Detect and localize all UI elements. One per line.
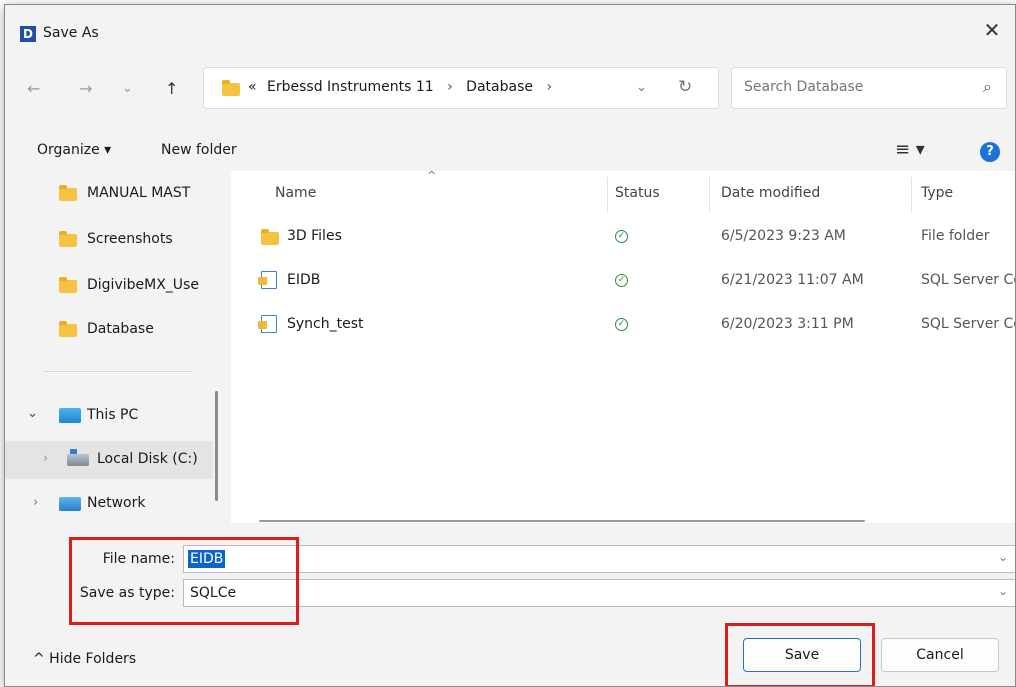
chevron-down-icon[interactable]: ⌄ — [636, 80, 647, 95]
sync-status-icon: ✓ — [615, 230, 628, 243]
file-name: EIDB — [287, 272, 321, 288]
refresh-icon[interactable]: ↻ — [678, 77, 692, 97]
help-icon[interactable]: ? — [980, 142, 1000, 162]
file-row[interactable]: 3D Files ✓ 6/5/2023 9:23 AM File folder — [231, 219, 1015, 255]
chevron-right-icon[interactable]: › — [43, 451, 48, 466]
sidebar-item-label: This PC — [87, 407, 139, 423]
save-type-select[interactable]: SQLCe ⌄ — [183, 579, 1015, 607]
search-input[interactable] — [742, 78, 946, 96]
file-date: 6/21/2023 11:07 AM — [721, 272, 864, 288]
column-divider[interactable] — [607, 177, 608, 213]
column-divider[interactable] — [709, 177, 710, 213]
column-header-date[interactable]: Date modified — [721, 185, 820, 201]
address-bar[interactable]: « Erbessd Instruments 11 › Database › ⌄ … — [203, 67, 719, 109]
file-type: File folder — [921, 228, 990, 244]
highlight-box-fields — [69, 537, 299, 625]
file-name: Synch_test — [287, 316, 364, 332]
column-header-status[interactable]: Status — [615, 185, 660, 201]
up-arrow-icon[interactable]: ↑ — [165, 79, 178, 98]
file-type: SQL Server Co — [921, 316, 1016, 332]
search-box[interactable]: ⌕ — [731, 67, 1007, 109]
sidebar-item-digivibemx[interactable]: DigivibeMX_Use — [5, 267, 213, 305]
chevron-down-icon[interactable]: ⌄ — [998, 550, 1008, 564]
folder-icon — [59, 185, 77, 201]
computer-icon — [59, 408, 81, 423]
sidebar-item-label: Local Disk (C:) — [97, 451, 198, 467]
sidebar-item-manual-mast[interactable]: MANUAL MAST — [5, 175, 213, 213]
sidebar-item-screenshots[interactable]: Screenshots — [5, 221, 213, 259]
sidebar-item-label: Database — [87, 321, 154, 337]
new-folder-button[interactable]: New folder — [161, 142, 237, 158]
navigation-bar: ← → ⌄ ↑ « Erbessd Instruments 11 › Datab… — [5, 67, 1015, 117]
sidebar-item-label: Network — [87, 495, 146, 511]
folder-icon — [59, 321, 77, 337]
folder-icon — [222, 80, 240, 96]
sidebar-item-label: MANUAL MAST — [87, 185, 191, 201]
app-icon: D — [20, 26, 36, 42]
sidebar-item-label: DigivibeMX_Use — [87, 277, 199, 293]
back-arrow-icon[interactable]: ← — [27, 79, 40, 98]
command-bar: Organize ▾ New folder ≡ ▾ ? — [5, 135, 1015, 169]
file-name: 3D Files — [287, 228, 342, 244]
column-header-type[interactable]: Type — [921, 185, 953, 201]
breadcrumb-overflow[interactable]: « — [248, 79, 257, 95]
drive-icon — [67, 449, 89, 466]
sidebar-item-local-disk[interactable]: › Local Disk (C:) — [5, 441, 213, 479]
chevron-down-icon[interactable]: ⌄ — [27, 406, 38, 421]
breadcrumb-item-erbessd[interactable]: Erbessd Instruments 11 — [267, 79, 434, 95]
window-title: Save As — [43, 25, 99, 41]
sidebar-scrollbar[interactable] — [215, 391, 218, 501]
database-file-icon — [258, 315, 277, 333]
sidebar-item-database[interactable]: Database — [5, 311, 213, 349]
save-as-dialog: D Save As ✕ ← → ⌄ ↑ « Erbessd Instrument… — [4, 4, 1016, 687]
column-header-name[interactable]: Name — [275, 185, 316, 201]
chevron-down-icon[interactable]: ⌄ — [998, 584, 1008, 598]
file-row[interactable]: Synch_test ✓ 6/20/2023 3:11 PM SQL Serve… — [231, 307, 1016, 343]
breadcrumb-item-database[interactable]: Database — [466, 79, 533, 95]
sort-caret-icon: ^ — [427, 169, 437, 182]
file-list: ^ Name Status Date modified Type 3D File… — [231, 169, 1016, 523]
column-divider[interactable] — [911, 177, 912, 213]
title-bar: D Save As ✕ — [5, 5, 1015, 57]
folder-icon — [59, 277, 77, 293]
chevron-right-icon[interactable]: › — [546, 79, 552, 95]
divider — [43, 371, 193, 372]
file-date: 6/5/2023 9:23 AM — [721, 228, 846, 244]
sync-status-icon: ✓ — [615, 274, 628, 287]
search-icon[interactable]: ⌕ — [983, 77, 992, 97]
file-type: SQL Server Co — [921, 272, 1016, 288]
highlight-box-save — [725, 623, 875, 686]
file-row[interactable]: EIDB ✓ 6/21/2023 11:07 AM SQL Server Co — [231, 263, 1016, 299]
file-name-field[interactable]: EIDB ⌄ — [183, 545, 1015, 573]
sidebar-item-network[interactable]: › Network — [5, 485, 213, 523]
sidebar-item-label: Screenshots — [87, 231, 173, 247]
file-date: 6/20/2023 3:11 PM — [721, 316, 854, 332]
hide-folders-button[interactable]: ^ Hide Folders — [33, 651, 136, 667]
database-file-icon — [258, 271, 277, 289]
close-icon[interactable]: ✕ — [977, 18, 1007, 42]
network-icon — [59, 497, 81, 511]
folder-icon — [261, 229, 279, 245]
sidebar-item-this-pc[interactable]: ⌄ This PC — [5, 397, 213, 435]
folder-icon — [59, 231, 77, 247]
forward-arrow-icon[interactable]: → — [79, 79, 92, 98]
cancel-button[interactable]: Cancel — [881, 638, 999, 672]
sync-status-icon: ✓ — [615, 318, 628, 331]
organize-button[interactable]: Organize ▾ — [37, 142, 111, 158]
chevron-right-icon[interactable]: › — [33, 495, 38, 510]
chevron-right-icon[interactable]: › — [447, 79, 453, 95]
horizontal-scrollbar[interactable] — [259, 520, 865, 522]
view-options-icon[interactable]: ≡ ▾ — [895, 139, 925, 160]
breadcrumb: « Erbessd Instruments 11 › Database › — [248, 79, 561, 95]
recent-locations-icon[interactable]: ⌄ — [122, 81, 133, 96]
navigation-pane: MANUAL MAST Screenshots DigivibeMX_Use D… — [5, 171, 229, 523]
